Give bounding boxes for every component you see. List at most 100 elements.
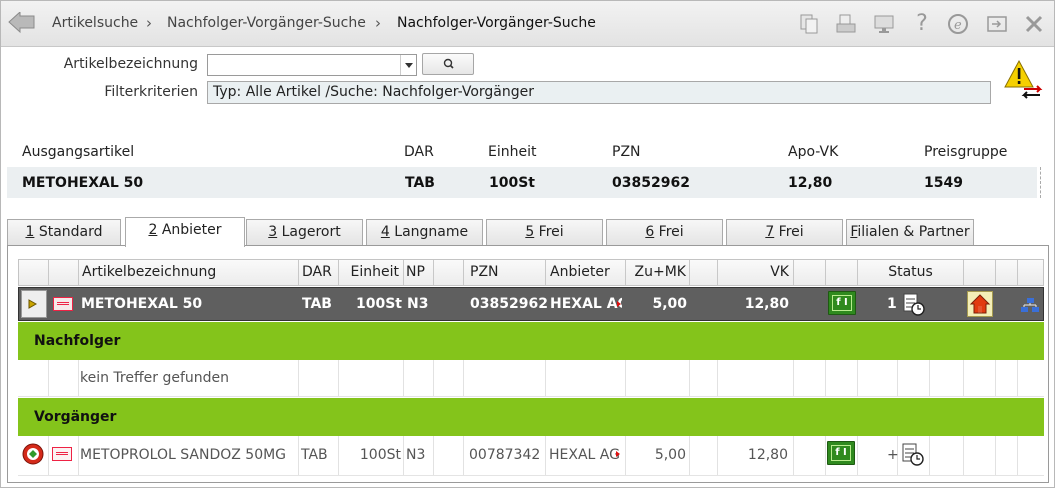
source-header-pzn: PZN <box>612 144 641 160</box>
col-header-dar[interactable]: DAR <box>299 260 339 285</box>
tab-frei-6[interactable]: 6 Frei <box>606 219 723 245</box>
tab-langname[interactable]: 4 Langname <box>366 219 483 245</box>
tab-standard[interactable]: 1 Standard <box>7 219 121 245</box>
col-icon-1 <box>19 260 49 285</box>
col-header-zumk[interactable]: Zu+MK <box>626 260 690 285</box>
col-header-status[interactable]: Status <box>858 260 964 285</box>
predecessor-name: METOPROLOL SANDOZ 50MG <box>80 447 287 463</box>
price-info-button[interactable]: f I <box>827 441 855 465</box>
col-header-name[interactable]: Artikelbezeichnung <box>79 260 299 285</box>
truncation-marker-icon <box>617 301 621 307</box>
predecessor-dar: TAB <box>301 447 328 463</box>
selected-status-count: 1 <box>887 296 897 312</box>
search-button[interactable] <box>422 53 474 75</box>
app-window: Artikelsuche › Nachfolger-Vorgänger-Such… <box>0 0 1055 488</box>
source-header-unit: Einheit <box>488 144 537 160</box>
selected-vk: 12,80 <box>744 296 789 312</box>
source-pzn: 03852962 <box>612 175 690 191</box>
edit-e-icon[interactable]: e <box>947 13 969 35</box>
source-group: 1549 <box>924 175 963 191</box>
table-row[interactable]: METOPROLOL SANDOZ 50MG TAB 100St N3 0078… <box>18 436 1044 476</box>
group-header-successor: Nachfolger <box>18 322 1044 360</box>
tab-frei-5[interactable]: 5 Frei <box>486 219 603 245</box>
substitution-icon[interactable] <box>21 442 45 466</box>
chevron-down-icon[interactable] <box>400 55 416 75</box>
table-row-empty: kein Treffer gefunden <box>18 360 1044 397</box>
printer-icon[interactable] <box>835 13 857 35</box>
source-dar: TAB <box>405 175 435 191</box>
filter-criteria-field: Typ: Alle Artikel /Suche: Nachfolger-Vor… <box>207 81 991 104</box>
row-arrow-icon[interactable] <box>21 290 47 318</box>
selected-pzn: 03852962 <box>470 296 548 312</box>
predecessor-pzn: 00787342 <box>469 447 541 463</box>
col-blank-6 <box>996 260 1018 285</box>
divider <box>1040 167 1041 198</box>
selected-dar: TAB <box>302 296 332 312</box>
col-header-vk[interactable]: VK <box>718 260 794 285</box>
breadcrumb-current: Nachfolger-Vorgänger-Suche <box>397 15 596 31</box>
breadcrumb-separator-icon: › <box>375 14 381 32</box>
selected-np: N3 <box>407 296 429 312</box>
predecessor-unit: 100St <box>359 447 401 463</box>
selected-unit: 100St <box>356 296 402 312</box>
warning-icon[interactable] <box>1004 59 1044 99</box>
col-header-np[interactable]: NP <box>404 260 434 285</box>
source-header-dar: DAR <box>404 144 434 160</box>
predecessor-status: + <box>887 447 899 463</box>
title-bar: Artikelsuche › Nachfolger-Vorgänger-Such… <box>1 1 1054 47</box>
truncation-marker-icon <box>616 451 620 457</box>
tab-frei-7[interactable]: 7 Frei <box>726 219 843 245</box>
table-row-selected[interactable]: METOHEXAL 50 TAB 100St N3 03852962 HEXAL… <box>18 287 1044 321</box>
svg-text:e: e <box>954 18 962 33</box>
package-icon <box>52 447 72 461</box>
monitor-icon[interactable] <box>873 13 895 35</box>
tab-filialen-partner[interactable]: Filialen & Partner <box>846 219 974 245</box>
col-blank-5 <box>964 260 996 285</box>
package-icon <box>53 297 73 311</box>
tab-anbieter[interactable]: 2 Anbieter <box>125 217 245 247</box>
source-header-price: Apo-VK <box>788 144 839 160</box>
price-info-button[interactable]: f I <box>828 291 856 315</box>
group-header-predecessor: Vorgänger <box>18 398 1044 436</box>
col-blank-1 <box>434 260 464 285</box>
predecessor-vk: 12,80 <box>747 447 788 463</box>
tab-panel: Artikelbezeichnung DAR Einheit NP PZN An… <box>7 245 1049 483</box>
col-header-unit[interactable]: Einheit <box>339 260 404 285</box>
col-header-supplier[interactable]: Anbieter <box>546 260 626 285</box>
predecessor-np: N3 <box>406 447 426 463</box>
close-icon[interactable] <box>1023 13 1045 35</box>
col-blank-7 <box>1018 260 1043 285</box>
col-blank-2 <box>690 260 718 285</box>
article-combobox[interactable] <box>207 54 417 76</box>
pharmacy-home-icon[interactable] <box>967 291 993 317</box>
breadcrumb-item-2[interactable]: Nachfolger-Vorgänger-Suche <box>167 15 366 31</box>
network-icon[interactable] <box>1020 297 1040 313</box>
help-icon[interactable]: ? <box>911 13 933 35</box>
stock-status-icon[interactable] <box>902 442 924 466</box>
selected-zumk: 5,00 <box>652 296 687 312</box>
col-blank-4 <box>826 260 858 285</box>
selected-name: METOHEXAL 50 <box>81 296 203 312</box>
source-unit: 100St <box>489 175 535 191</box>
col-blank-3 <box>794 260 826 285</box>
export-icon[interactable] <box>986 13 1008 35</box>
grid-header: Artikelbezeichnung DAR Einheit NP PZN An… <box>18 259 1044 286</box>
breadcrumb-item-1[interactable]: Artikelsuche <box>52 15 138 31</box>
predecessor-zumk: 5,00 <box>654 447 686 463</box>
no-result-text: kein Treffer gefunden <box>80 370 236 386</box>
back-arrow-icon[interactable] <box>7 10 37 34</box>
stock-status-icon[interactable] <box>903 292 925 316</box>
copy-icon[interactable] <box>798 13 820 35</box>
predecessor-supplier: HEXAL AG <box>549 447 620 463</box>
selected-supplier: HEXAL AG <box>550 296 622 312</box>
tab-lagerort[interactable]: 3 Lagerort <box>246 219 363 245</box>
result-grid: Artikelbezeichnung DAR Einheit NP PZN An… <box>18 259 1044 481</box>
source-header-name: Ausgangsartikel <box>22 144 135 160</box>
breadcrumb-separator-icon: › <box>146 14 152 32</box>
source-price: 12,80 <box>788 175 833 191</box>
source-header-group: Preisgruppe <box>924 144 1008 160</box>
filter-label: Filterkriterien <box>104 84 198 100</box>
search-icon <box>443 58 454 69</box>
col-icon-2 <box>49 260 79 285</box>
col-header-pzn[interactable]: PZN <box>464 260 546 285</box>
